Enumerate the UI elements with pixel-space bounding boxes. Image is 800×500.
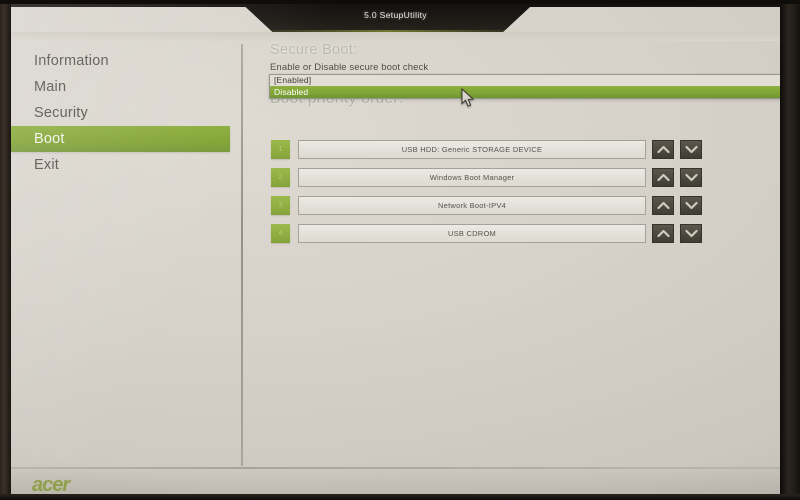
move-up-button[interactable] — [652, 167, 674, 187]
boot-list-item[interactable]: 3 Network Boot-IPV4 — [271, 195, 711, 215]
boot-priority-list: 1 USB HDD: Generic STORAGE DEVICE 2 Wind… — [271, 139, 711, 251]
acer-logo: acer — [32, 474, 70, 496]
sidebar-divider — [241, 44, 243, 466]
secure-boot-title: Secure Boot: — [270, 42, 358, 58]
sidebar-item-main[interactable]: Main — [11, 74, 231, 100]
move-up-button[interactable] — [652, 195, 674, 215]
boot-item-index: 4 — [271, 223, 290, 243]
chevron-down-icon — [684, 145, 698, 153]
sidebar-item-information[interactable]: Information — [11, 48, 231, 74]
move-down-button[interactable] — [680, 139, 702, 159]
footer-divider — [11, 467, 780, 469]
boot-item-label[interactable]: Network Boot-IPV4 — [298, 195, 646, 215]
boot-list-item[interactable]: 4 USB CDROM — [271, 223, 711, 243]
chevron-down-icon — [684, 201, 698, 209]
boot-item-index: 3 — [271, 195, 290, 215]
chevron-up-icon — [656, 145, 670, 153]
move-up-button[interactable] — [652, 223, 674, 243]
dropdown-option-disabled[interactable]: Disabled — [270, 86, 780, 98]
chevron-up-icon — [656, 201, 670, 209]
chevron-down-icon — [684, 229, 698, 237]
boot-list-item[interactable]: 2 Windows Boot Manager — [271, 167, 711, 187]
move-down-button[interactable] — [680, 223, 702, 243]
sidebar-item-security[interactable]: Security — [11, 100, 231, 126]
bezel-left — [0, 0, 11, 500]
chevron-up-icon — [656, 229, 670, 237]
bezel-bottom — [0, 494, 800, 500]
chevron-up-icon — [656, 173, 670, 181]
bezel-right — [780, 0, 800, 500]
secure-boot-description: Enable or Disable secure boot check — [270, 62, 429, 73]
window-title: 5.0 SetupUtility — [364, 10, 427, 20]
boot-list-item[interactable]: 1 USB HDD: Generic STORAGE DEVICE — [271, 139, 711, 159]
boot-item-label[interactable]: Windows Boot Manager — [298, 167, 646, 187]
dropdown-option-enabled[interactable]: [Enabled] — [270, 75, 780, 86]
setup-utility-screen: 5.0 SetupUtility Information Main Securi… — [11, 4, 780, 496]
boot-item-label[interactable]: USB HDD: Generic STORAGE DEVICE — [298, 139, 646, 159]
move-up-button[interactable] — [652, 139, 674, 159]
screen-bottom-shade — [11, 466, 780, 496]
move-down-button[interactable] — [680, 167, 702, 187]
bios-screen-photo: 5.0 SetupUtility Information Main Securi… — [0, 0, 800, 500]
title-bar-glow — [245, 30, 531, 32]
sidebar-nav: Information Main Security Boot Exit — [11, 48, 231, 178]
sidebar-item-boot[interactable]: Boot — [11, 126, 230, 152]
secure-boot-dropdown[interactable]: [Enabled] Disabled — [269, 74, 780, 99]
chevron-down-icon — [684, 173, 698, 181]
bezel-top — [0, 0, 800, 4]
move-down-button[interactable] — [680, 195, 702, 215]
boot-item-index: 1 — [271, 139, 290, 159]
boot-item-label[interactable]: USB CDROM — [298, 223, 646, 243]
boot-item-index: 2 — [271, 167, 290, 187]
sidebar-item-exit[interactable]: Exit — [11, 152, 231, 178]
